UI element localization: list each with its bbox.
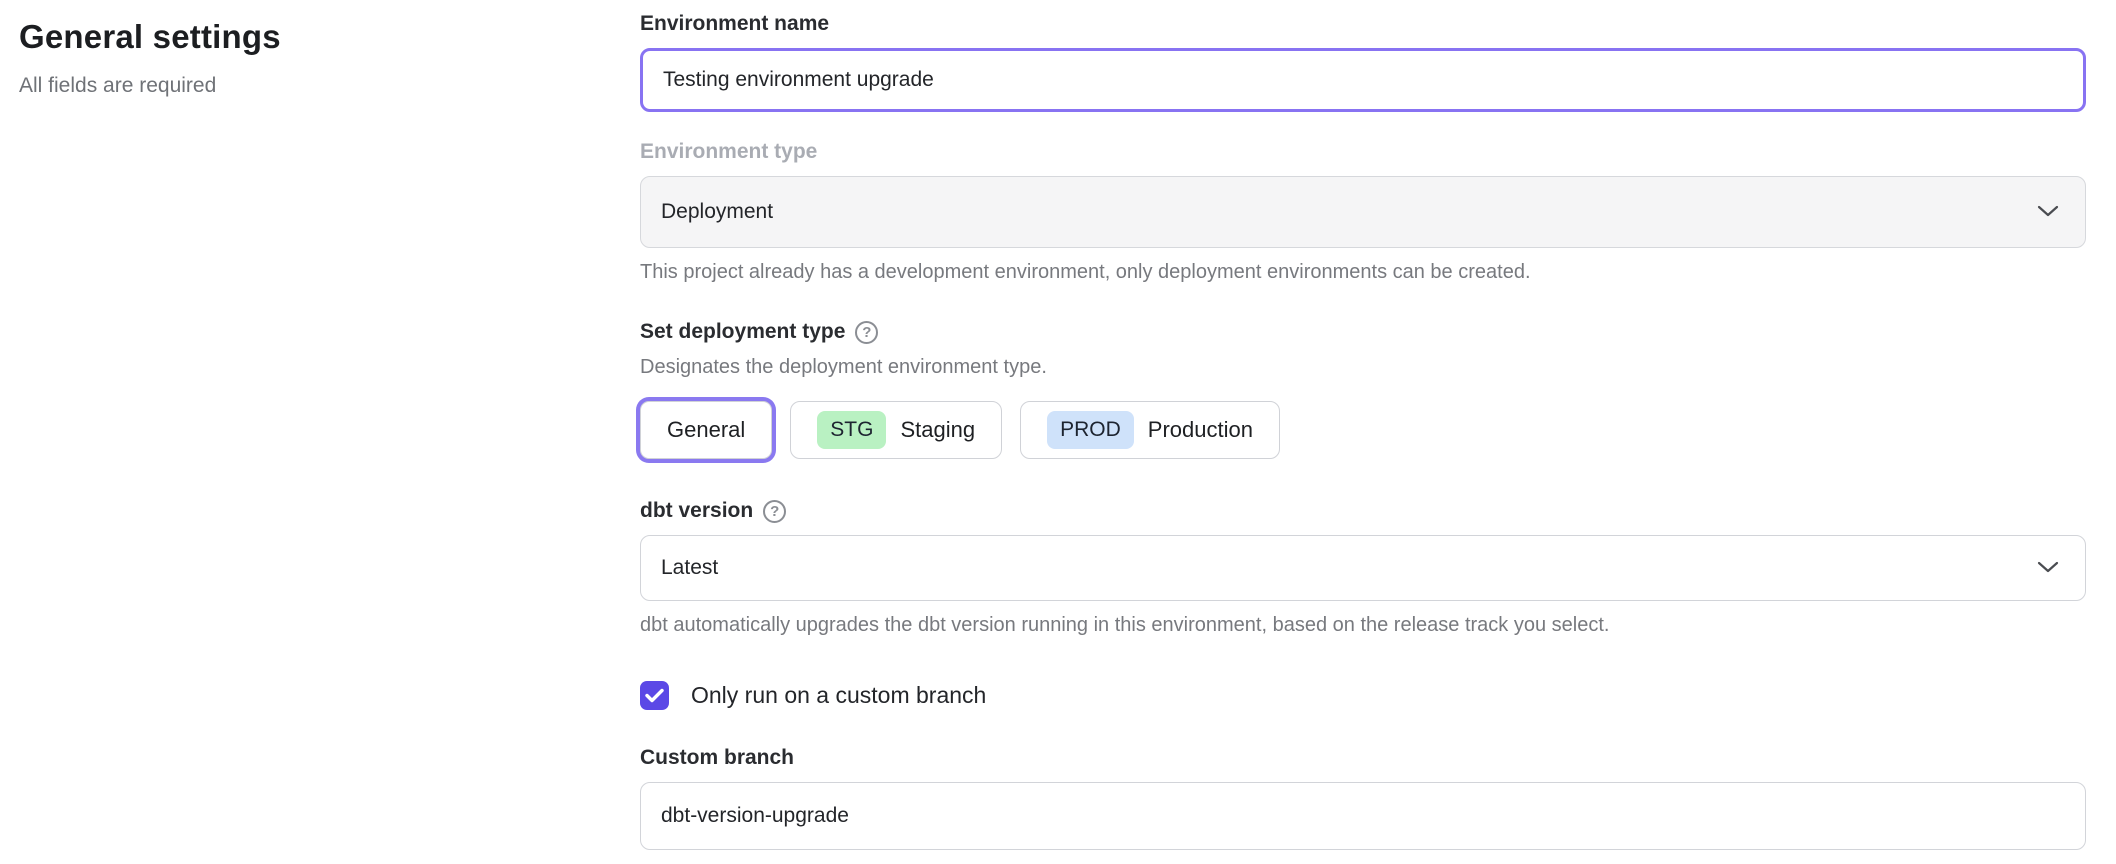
staging-badge: STG [817,411,886,449]
deployment-type-label: Set deployment type [640,320,845,344]
deployment-type-description: Designates the deployment environment ty… [640,356,2086,379]
dbt-version-helper: dbt automatically upgrades the dbt versi… [640,614,2086,637]
deployment-type-label-row: Set deployment type ? [640,320,2086,344]
question-circle-icon[interactable]: ? [763,500,786,523]
chevron-down-icon [2037,200,2059,224]
environment-type-value: Deployment [661,200,773,224]
custom-branch-checkbox[interactable] [640,681,669,710]
settings-form: Environment name Environment type Deploy… [640,12,2086,850]
chevron-down-icon [2037,556,2059,580]
production-badge: PROD [1047,411,1134,449]
deployment-option-staging[interactable]: STG Staging [790,401,1002,459]
dbt-version-select[interactable]: Latest [640,535,2086,601]
environment-type-label: Environment type [640,140,2086,164]
deployment-option-production-label: Production [1148,417,1253,443]
deployment-option-staging-label: Staging [900,417,975,443]
custom-branch-toggle-row: Only run on a custom branch [640,681,2086,710]
environment-name-label: Environment name [640,12,2086,36]
deployment-option-general-label: General [667,417,745,443]
deployment-option-production[interactable]: PROD Production [1020,401,1280,459]
environment-name-input[interactable] [640,48,2086,112]
custom-branch-input[interactable] [640,782,2086,850]
deployment-type-options: General STG Staging PROD Production [640,401,2086,459]
settings-header: General settings All fields are required [19,18,579,98]
dbt-version-label-row: dbt version ? [640,499,2086,523]
page-subtitle: All fields are required [19,74,579,98]
page-title: General settings [19,18,579,56]
question-circle-icon[interactable]: ? [855,321,878,344]
checkmark-icon [645,688,664,703]
custom-branch-checkbox-label[interactable]: Only run on a custom branch [691,682,986,709]
dbt-version-value: Latest [661,556,718,580]
environment-type-helper: This project already has a development e… [640,261,2086,284]
environment-type-select: Deployment [640,176,2086,248]
environment-settings-page: General settings All fields are required… [0,0,2116,864]
custom-branch-label: Custom branch [640,746,2086,770]
dbt-version-label: dbt version [640,499,753,523]
deployment-option-general[interactable]: General [640,401,772,459]
